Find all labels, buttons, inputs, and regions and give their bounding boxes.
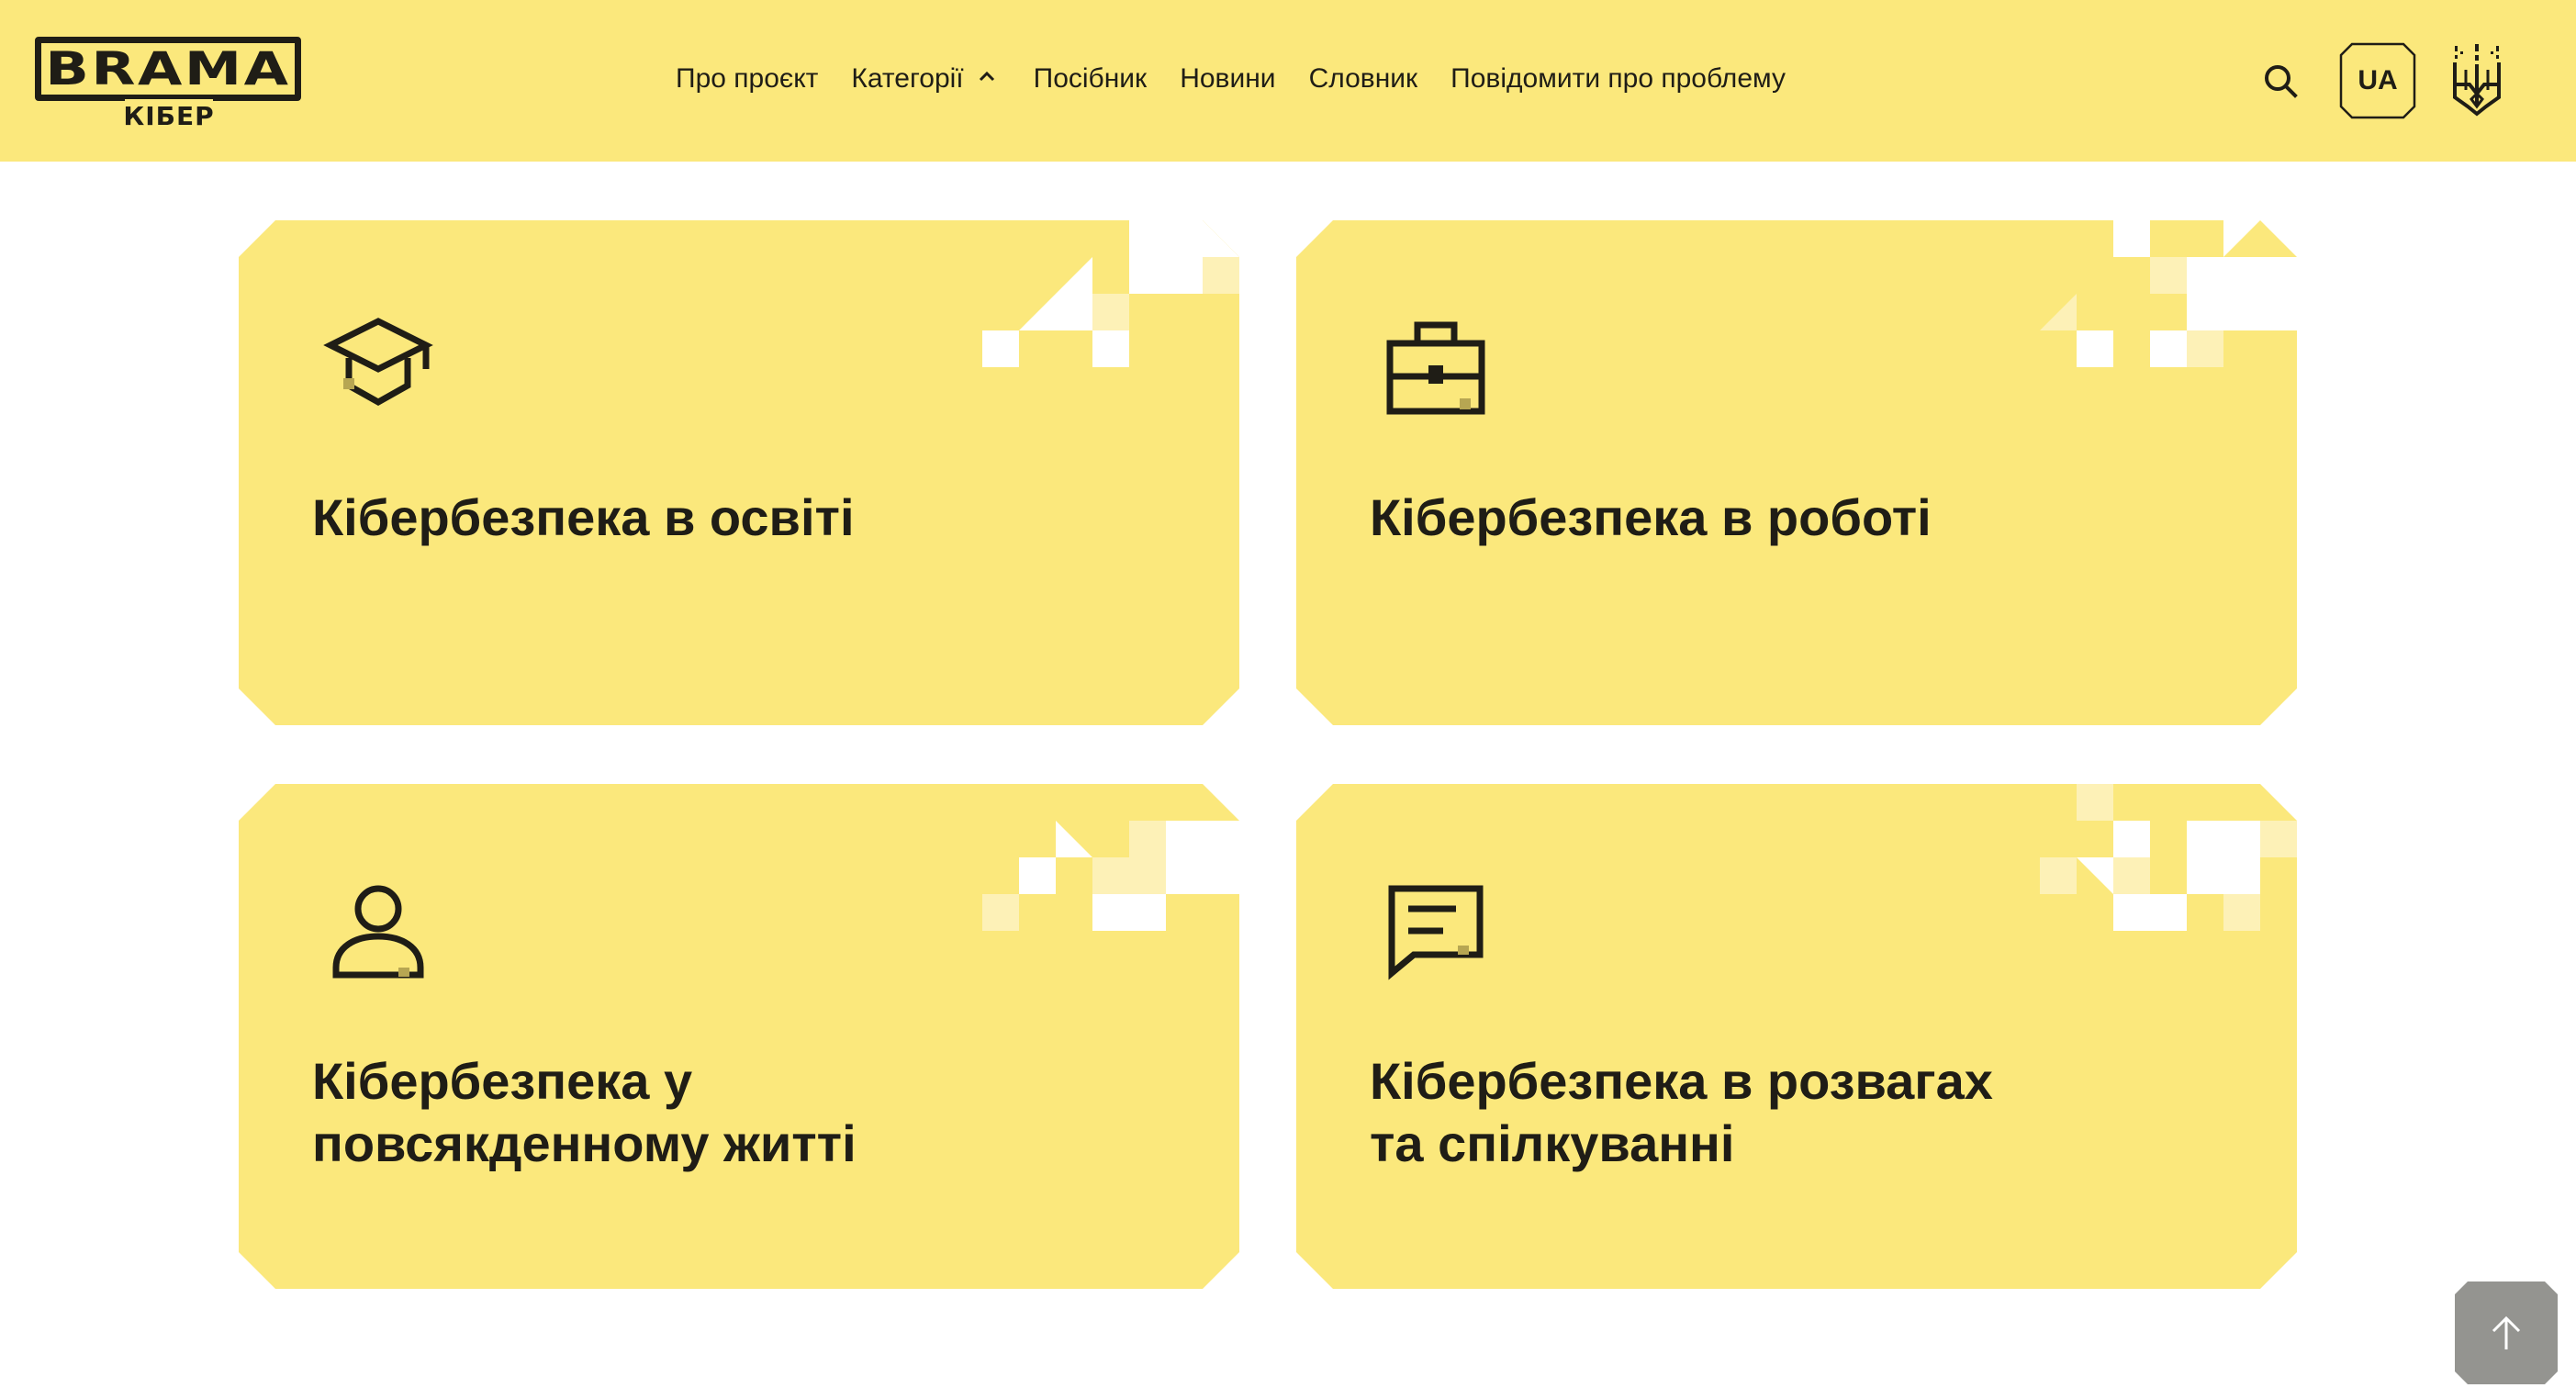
language-label: UA — [2358, 65, 2398, 95]
site-header: BRAMA КІБЕР Про проєкт Категорії Посібни… — [0, 0, 2576, 162]
card-title: Кібербезпека у повсякденному житті — [312, 1052, 857, 1172]
category-card-education[interactable]: Кібербезпека в освіті — [239, 220, 1239, 725]
nav-categories[interactable]: Категорії — [851, 63, 1000, 95]
nav-report-problem[interactable]: Повідомити про проблему — [1450, 63, 1786, 95]
logo-word: BRAMA — [45, 42, 291, 95]
main-nav: Про проєкт Категорії Посібник Новини Сло… — [676, 57, 1786, 101]
language-switcher[interactable]: UA — [2339, 42, 2416, 119]
pixel-pattern-decoration — [2040, 220, 2297, 367]
category-card-everyday-life[interactable]: Кібербезпека у повсякденному житті — [239, 784, 1239, 1289]
brama-kiber-logo[interactable]: BRAMA КІБЕР — [31, 33, 307, 132]
chat-icon — [1388, 885, 1484, 980]
nav-glossary[interactable]: Словник — [1309, 63, 1418, 95]
nav-guide[interactable]: Посібник — [1034, 63, 1148, 95]
logo-frame: BRAMA — [35, 37, 301, 101]
arrow-up-icon — [2492, 1315, 2521, 1349]
graduation-cap-icon — [323, 318, 433, 407]
category-card-entertainment-communication[interactable]: Кібербезпека в розвагах та спілкуванні — [1296, 784, 2297, 1289]
nav-news-label: Новини — [1180, 63, 1276, 94]
pixel-pattern-decoration — [2040, 784, 2297, 931]
nav-categories-label: Категорії — [851, 63, 964, 94]
search-button[interactable] — [2260, 61, 2301, 101]
chevron-up-icon — [979, 71, 994, 82]
nav-about-label: Про проєкт — [676, 63, 819, 94]
card-title: Кібербезпека в освіті — [312, 488, 855, 546]
card-title: Кібербезпека в розвагах та спілкуванні — [1370, 1052, 1993, 1172]
nav-guide-label: Посібник — [1033, 63, 1148, 94]
user-icon — [332, 885, 424, 979]
pixel-pattern-decoration — [982, 821, 1239, 931]
logo-subtitle: КІБЕР — [123, 101, 215, 131]
category-card-work[interactable]: Кібербезпека в роботі — [1296, 220, 2297, 725]
trident-emblem-icon — [2453, 44, 2501, 117]
briefcase-icon — [1386, 321, 1485, 415]
nav-about[interactable]: Про проєкт — [676, 63, 818, 95]
card-title: Кібербезпека в роботі — [1370, 488, 1932, 546]
nav-news[interactable]: Новини — [1180, 63, 1275, 95]
pixel-pattern-decoration — [982, 220, 1239, 367]
nav-glossary-label: Словник — [1308, 63, 1418, 94]
nav-report-problem-label: Повідомити про проблему — [1450, 63, 1786, 94]
scroll-to-top-button[interactable] — [2455, 1281, 2558, 1384]
search-icon — [2265, 65, 2298, 98]
